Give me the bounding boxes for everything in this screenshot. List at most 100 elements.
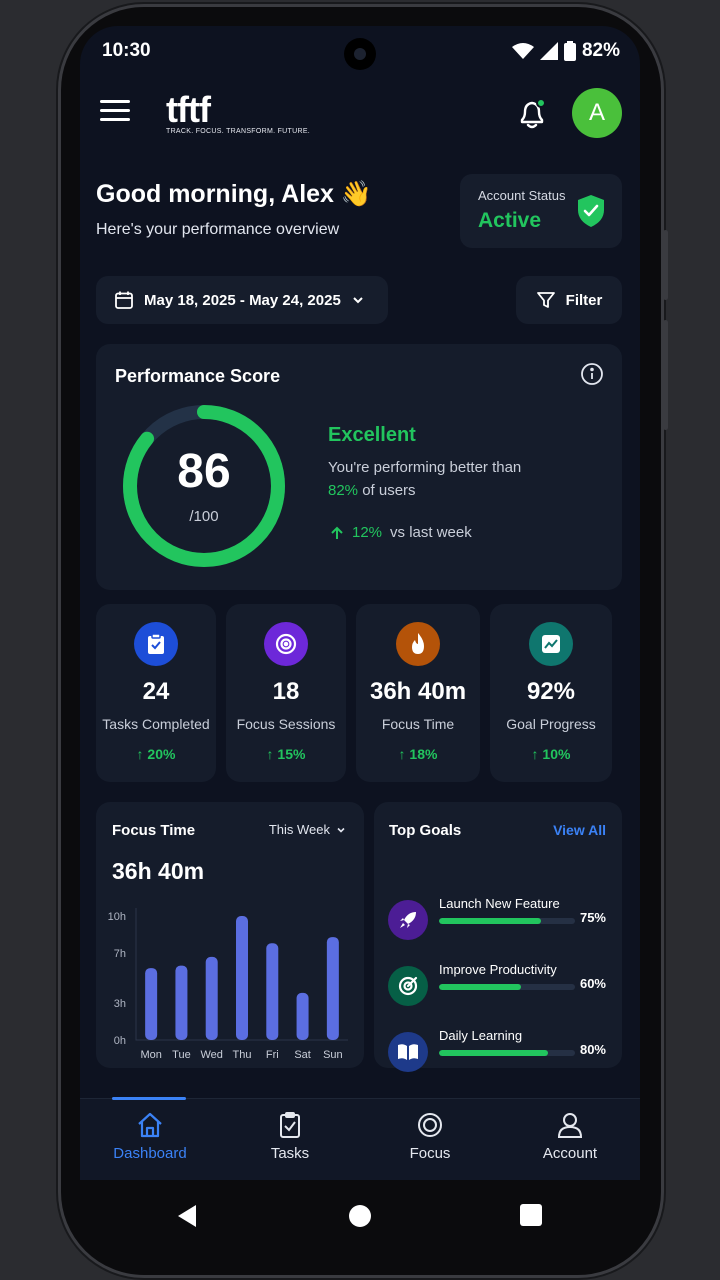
- score-max: /100: [189, 508, 219, 525]
- goal-icon-bg: [388, 1032, 428, 1072]
- y-tick-label: 0h: [114, 1035, 126, 1047]
- stat-value: 18: [272, 678, 300, 705]
- x-tick-label: Wed: [201, 1049, 223, 1061]
- performance-title: Performance Score: [115, 366, 281, 386]
- goal-progress-bar: [439, 918, 575, 924]
- clipboard-icon: [280, 1112, 300, 1138]
- info-icon[interactable]: [580, 362, 604, 386]
- focus-time-chart: 10h 7h 3h 0h Mon Tue Wed Thu Fri Sat Sun: [108, 908, 348, 1061]
- goal-progress-fill: [439, 1050, 548, 1056]
- rocket-icon: [400, 912, 416, 928]
- filter-icon: [536, 292, 555, 308]
- x-tick-label: Tue: [172, 1049, 191, 1061]
- home-circle-icon[interactable]: [348, 1204, 372, 1228]
- goal-name: Improve Productivity: [439, 962, 557, 977]
- avatar[interactable]: A: [572, 88, 622, 138]
- weekly-trend: 12% vs last week: [330, 524, 472, 541]
- user-icon: [557, 1113, 583, 1138]
- goal-item[interactable]: Launch New Feature 75%: [388, 896, 610, 946]
- stat-label: Tasks Completed: [102, 716, 210, 732]
- goal-name: Launch New Feature: [439, 896, 560, 911]
- stat-change: ↑ 15%: [266, 746, 306, 762]
- clipboard-icon: [148, 633, 164, 654]
- bar-fri[interactable]: [266, 943, 279, 1040]
- bar-thu[interactable]: [236, 916, 248, 1040]
- filter-button[interactable]: Filter: [516, 276, 622, 324]
- stat-icon-bg: [529, 622, 573, 666]
- goal-progress-fill: [439, 918, 541, 924]
- period-label: This Week: [268, 822, 330, 837]
- goal-percent: 60%: [579, 976, 606, 991]
- trend-text: vs last week: [390, 524, 472, 541]
- stat-value: 92%: [526, 678, 576, 705]
- greeting: Good morning, Alex 👋 Here's your perform…: [96, 180, 372, 239]
- nav-item-dashboard[interactable]: Dashboard: [80, 1111, 220, 1162]
- bar-sun[interactable]: [326, 937, 339, 1040]
- y-tick-label: 3h: [114, 998, 126, 1010]
- date-range-label: May 18, 2025 - May 24, 2025: [144, 291, 341, 309]
- battery-level: 82%: [581, 40, 620, 61]
- x-tick-label: Sat: [294, 1049, 311, 1061]
- bottom-navigation: Dashboard Tasks Focus Account: [80, 1097, 640, 1180]
- status-time: 10:30: [102, 40, 151, 61]
- date-range-picker[interactable]: May 18, 2025 - May 24, 2025: [96, 276, 388, 324]
- active-tab-indicator: [112, 1097, 186, 1100]
- score-rating: Excellent: [328, 424, 416, 446]
- y-tick-label: 10h: [108, 911, 126, 923]
- trend-value: 12%: [352, 524, 383, 541]
- period-selector[interactable]: This Week: [269, 822, 346, 837]
- focus-time-total: 36h 40m: [112, 858, 205, 884]
- stat-label: Focus Sessions: [236, 716, 336, 732]
- menu-button[interactable]: [100, 100, 130, 124]
- bar-mon[interactable]: [145, 968, 158, 1040]
- calendar-icon: [115, 291, 133, 309]
- stat-card-tasks[interactable]: 24 Tasks Completed ↑ 20%: [96, 604, 216, 782]
- stat-icon-bg: [396, 622, 440, 666]
- focus-time-card: Focus Time This Week 36h 40m 10h 7h 3h 0h Mo…: [96, 802, 364, 1068]
- stat-value: 24: [142, 678, 170, 705]
- logo-tagline: TRACK. FOCUS. TRANSFORM. FUTURE.: [166, 128, 311, 135]
- notifications-button[interactable]: [518, 98, 548, 132]
- bar-wed[interactable]: [205, 956, 218, 1040]
- nav-item-tasks[interactable]: Tasks: [220, 1111, 360, 1162]
- stat-icon-bg: [134, 622, 178, 666]
- nav-item-focus[interactable]: Focus: [360, 1111, 500, 1162]
- wifi-icon: [511, 43, 534, 59]
- stat-card-focus-sessions[interactable]: 18 Focus Sessions ↑ 15%: [226, 604, 346, 782]
- bar-tue[interactable]: [175, 965, 188, 1040]
- chevron-down-icon: [353, 297, 363, 304]
- back-icon[interactable]: [176, 1204, 198, 1228]
- top-goals-card: Top Goals View All Launch New Feature 75…: [374, 802, 622, 1072]
- y-tick-label: 7h: [114, 948, 126, 960]
- goal-icon-bg: [388, 966, 428, 1006]
- goal-percent: 75%: [579, 910, 606, 925]
- target-icon: [398, 976, 418, 996]
- nav-item-account[interactable]: Account: [500, 1111, 640, 1162]
- recents-icon[interactable]: [520, 1204, 542, 1226]
- stat-label: Focus Time: [381, 716, 455, 732]
- score-value: 86: [177, 445, 231, 498]
- score-description: You're performing better than 82% of use…: [328, 459, 522, 499]
- notification-dot: [536, 98, 546, 108]
- app-logo: tftf TRACK. FOCUS. TRANSFORM. FUTURE.: [166, 92, 311, 136]
- greeting-subtitle: Here's your performance overview: [96, 221, 340, 238]
- stat-value: 36h 40m: [369, 678, 467, 705]
- goal-progress-bar: [439, 984, 575, 990]
- goal-progress-fill: [439, 984, 521, 990]
- book-icon: [398, 1044, 418, 1060]
- bar-sat[interactable]: [296, 992, 309, 1040]
- stat-change: ↑ 20%: [136, 746, 176, 762]
- percentile-highlight: 82%: [328, 482, 359, 499]
- goal-item[interactable]: Daily Learning 80%: [388, 1028, 610, 1078]
- stat-icon-bg: [264, 622, 308, 666]
- x-tick-label: Fri: [266, 1049, 279, 1061]
- goal-item[interactable]: Improve Productivity 60%: [388, 962, 610, 1012]
- view-all-link[interactable]: View All: [553, 822, 606, 838]
- status-icons: 82%: [511, 40, 620, 62]
- chart-icon: [542, 635, 560, 653]
- stat-card-focus-time[interactable]: 36h 40m Focus Time ↑ 18%: [356, 604, 480, 782]
- battery-icon: [563, 41, 576, 61]
- x-tick-label: Thu: [233, 1049, 252, 1061]
- stat-card-goal-progress[interactable]: 92% Goal Progress ↑ 10%: [490, 604, 612, 782]
- x-tick-label: Sun: [323, 1049, 343, 1061]
